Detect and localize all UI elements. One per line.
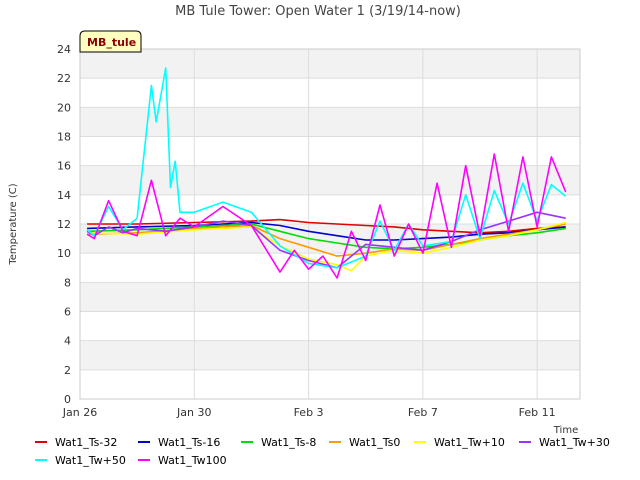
x-tick-label: Jan 30 xyxy=(176,406,211,419)
y-tick-label: 8 xyxy=(64,276,71,289)
legend-label-wat1-ts-32: Wat1_Ts-32 xyxy=(55,436,117,449)
y-tick-label: 2 xyxy=(64,364,71,377)
y-tick-label: 14 xyxy=(57,189,71,202)
x-tick-label: Feb 3 xyxy=(294,406,324,419)
chart-canvas: MB Tule Tower: Open Water 1 (3/19/14-now… xyxy=(8,4,610,467)
y-axis-ticks: 024681012141618202224 xyxy=(57,43,71,406)
legend-label-wat1-tw-50: Wat1_Tw+50 xyxy=(55,454,126,467)
y-tick-label: 0 xyxy=(64,393,71,406)
legend-label-wat1-ts-16: Wat1_Ts-16 xyxy=(158,436,220,449)
legend-label-wat1-tw-10: Wat1_Tw+10 xyxy=(434,436,505,449)
background-band xyxy=(80,340,580,370)
x-axis-label: Time xyxy=(553,425,578,436)
legend-label-wat1-tw-30: Wat1_Tw+30 xyxy=(539,436,610,449)
y-tick-label: 16 xyxy=(57,160,71,173)
y-axis-label: Temperature (C) xyxy=(8,183,19,265)
background-band xyxy=(80,282,580,312)
y-tick-label: 24 xyxy=(57,43,71,56)
station-tag: MB_tule xyxy=(79,30,142,53)
chart-title: MB Tule Tower: Open Water 1 (3/19/14-now… xyxy=(175,4,461,19)
legend: Wat1_Ts-32 Wat1_Ts-16 Wat1_Ts-8 Wat1_Ts0 Wat… xyxy=(35,436,610,467)
y-tick-label: 12 xyxy=(57,218,71,231)
legend-label-wat1-ts-8: Wat1_Ts-8 xyxy=(261,436,316,449)
legend-label-wat1-tw100: Wat1_Tw100 xyxy=(158,454,227,467)
x-tick-label: Feb 7 xyxy=(408,406,438,419)
y-tick-label: 10 xyxy=(57,247,71,260)
y-tick-label: 22 xyxy=(57,72,71,85)
x-axis-ticks: Jan 26 Jan 30 Feb 3 Feb 7 Feb 11 xyxy=(62,406,556,419)
y-tick-label: 6 xyxy=(64,306,71,319)
y-tick-label: 20 xyxy=(57,101,71,114)
x-tick-label: Feb 11 xyxy=(519,406,556,419)
y-tick-label: 4 xyxy=(64,335,71,348)
legend-label-wat1-ts0: Wat1_Ts0 xyxy=(349,436,400,449)
station-tag-label: MB_tule xyxy=(87,36,136,49)
background-band xyxy=(80,165,580,195)
x-tick-label: Jan 26 xyxy=(62,406,97,419)
background-band xyxy=(80,49,580,79)
y-tick-label: 18 xyxy=(57,131,71,144)
